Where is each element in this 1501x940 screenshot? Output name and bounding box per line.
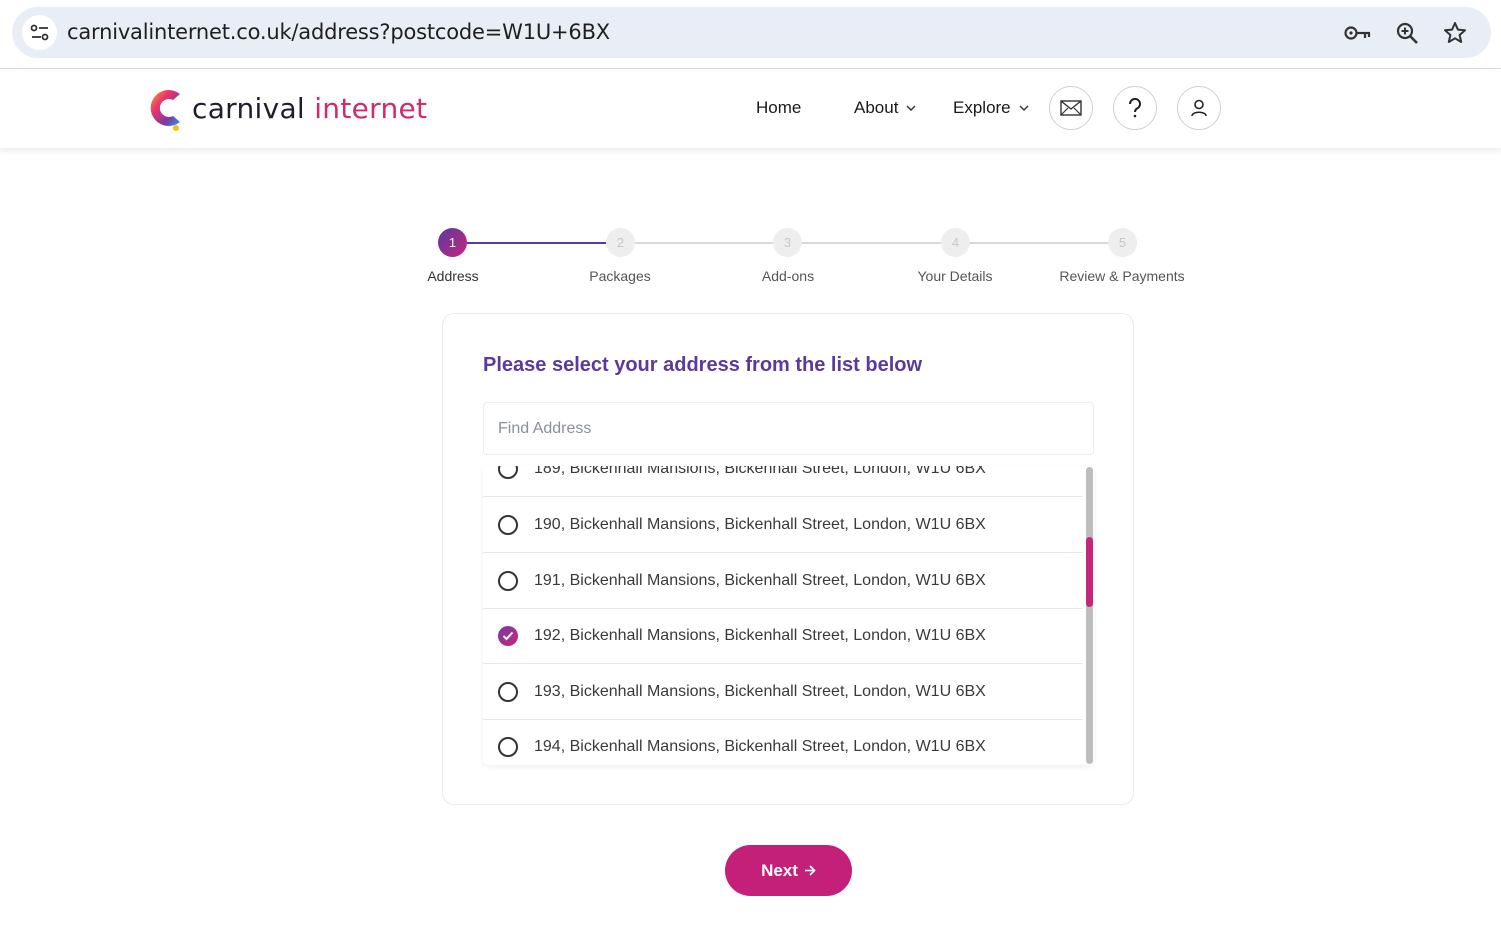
scrollbar-track[interactable]: [1086, 467, 1093, 764]
nav-about-label: About: [854, 98, 899, 117]
step-1-dot: 1: [438, 228, 467, 257]
progress-stepper: 1 2 3 4 5 Address Packages Add-ons Your …: [0, 225, 1501, 295]
card-title: Please select your address from the list…: [483, 354, 923, 376]
address-text: 192, Bickenhall Mansions, Bickenhall Str…: [534, 627, 986, 644]
step-1-label: Address: [427, 268, 479, 284]
arrow-right-icon: [804, 865, 816, 876]
address-text: 194, Bickenhall Mansions, Bickenhall Str…: [534, 738, 986, 755]
logo-word-carnival: carnival: [192, 91, 306, 125]
radio-unchecked[interactable]: [498, 737, 518, 757]
radio-unchecked[interactable]: [498, 515, 518, 535]
star-icon[interactable]: [1441, 19, 1469, 47]
nav-explore[interactable]: Explore: [953, 98, 1029, 118]
step-5-label: Review & Payments: [1059, 268, 1185, 284]
next-label: Next: [761, 860, 798, 880]
logo-word-internet: internet: [314, 91, 428, 125]
help-icon: [1128, 98, 1141, 118]
address-text: 189, Bickenhall Mansions, Bickenhall Str…: [534, 466, 986, 477]
address-row-selected[interactable]: 192, Bickenhall Mansions, Bickenhall Str…: [483, 609, 1083, 664]
address-row[interactable]: 193, Bickenhall Mansions, Bickenhall Str…: [483, 665, 1083, 720]
next-button[interactable]: Next: [725, 845, 852, 896]
step-2-label: Packages: [589, 268, 651, 284]
find-address-input[interactable]: [483, 402, 1094, 455]
chevron-down-icon: [906, 105, 916, 111]
site-info-icon[interactable]: [22, 15, 57, 50]
address-text: 190, Bickenhall Mansions, Bickenhall Str…: [534, 516, 986, 533]
logo-mark-icon: [150, 90, 180, 131]
nav-about[interactable]: About: [854, 98, 916, 118]
address-row[interactable]: 194, Bickenhall Mansions, Bickenhall Str…: [483, 720, 1083, 765]
mail-icon: [1060, 100, 1082, 116]
nav-home-label: Home: [756, 98, 802, 117]
user-icon: [1191, 99, 1207, 117]
address-row[interactable]: 191, Bickenhall Mansions, Bickenhall Str…: [483, 554, 1083, 609]
radio-unchecked[interactable]: [498, 466, 518, 479]
radio-unchecked[interactable]: [498, 571, 518, 591]
step-connector: [969, 242, 1109, 244]
step-5-dot: 5: [1108, 228, 1137, 257]
radio-checked[interactable]: [498, 626, 518, 646]
radio-unchecked[interactable]: [498, 682, 518, 702]
step-connector: [634, 242, 774, 244]
step-4-dot: 4: [941, 228, 970, 257]
contact-button[interactable]: [1049, 86, 1093, 130]
logo[interactable]: carnival internet: [146, 84, 427, 132]
nav-home[interactable]: Home: [756, 98, 801, 118]
address-list[interactable]: 189, Bickenhall Mansions, Bickenhall Str…: [483, 466, 1094, 765]
step-2-dot: 2: [606, 228, 635, 257]
scrollbar-thumb[interactable]: [1086, 537, 1093, 607]
url-text[interactable]: carnivalinternet.co.uk/address?postcode=…: [67, 20, 610, 44]
address-row[interactable]: 190, Bickenhall Mansions, Bickenhall Str…: [483, 498, 1083, 553]
step-3-dot: 3: [773, 228, 802, 257]
address-text: 193, Bickenhall Mansions, Bickenhall Str…: [534, 683, 986, 700]
zoom-icon[interactable]: [1393, 19, 1421, 47]
check-icon: [502, 631, 514, 641]
step-3-label: Add-ons: [761, 268, 815, 284]
chevron-down-icon: [1019, 105, 1029, 111]
nav-explore-label: Explore: [953, 98, 1011, 117]
account-button[interactable]: [1177, 86, 1221, 130]
help-button[interactable]: [1113, 86, 1157, 130]
address-bar[interactable]: carnivalinternet.co.uk/address?postcode=…: [12, 7, 1491, 58]
key-icon[interactable]: [1344, 19, 1372, 47]
step-4-label: Your Details: [917, 268, 993, 284]
address-row[interactable]: 189, Bickenhall Mansions, Bickenhall Str…: [483, 466, 1083, 497]
address-text: 191, Bickenhall Mansions, Bickenhall Str…: [534, 572, 986, 589]
browser-chrome: carnivalinternet.co.uk/address?postcode=…: [0, 0, 1501, 69]
address-card: Please select your address from the list…: [442, 313, 1134, 805]
step-connector: [802, 242, 942, 244]
site-header: carnival internet Home About Explore: [0, 69, 1501, 148]
step-connector: [467, 242, 607, 244]
